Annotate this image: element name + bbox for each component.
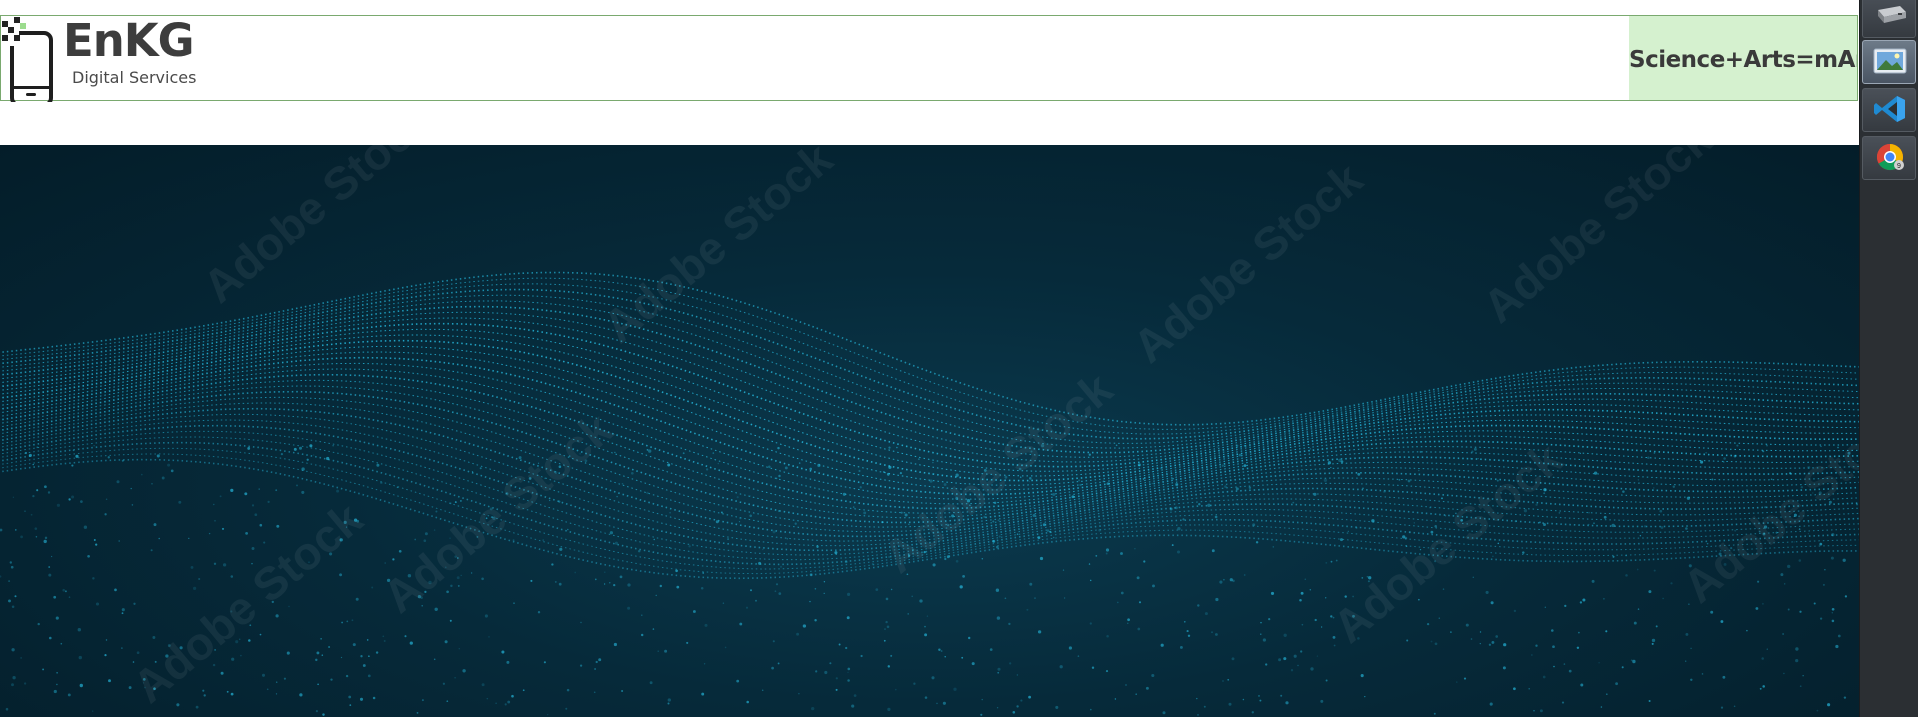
watermark-text: Adobe Stock: [123, 492, 372, 713]
drive-icon: [1878, 6, 1906, 23]
taskbar-item-chrome[interactable]: 9: [1862, 136, 1916, 180]
taskbar-item-drive[interactable]: [1862, 0, 1916, 38]
phone-logo-icon: [2, 17, 53, 102]
taskbar: 9: [1859, 0, 1918, 717]
watermark-text: Adobe Stock: [1673, 392, 1860, 613]
watermark-text: Adobe Stock: [373, 402, 622, 623]
slogan-text: Science+Arts=mArtkg: [1629, 47, 1857, 73]
slogan-banner: Science+Arts=mArtkg: [1629, 16, 1857, 100]
vscode-icon: [1874, 96, 1905, 122]
watermark-text: Adobe Stock: [1473, 145, 1722, 333]
chrome-icon: 9: [1876, 143, 1904, 171]
hero-banner: Adobe Stock Adobe Stock Adobe Stock Adobe S…: [0, 145, 1860, 717]
image-viewer-icon: [1873, 48, 1907, 74]
taskbar-item-image-viewer[interactable]: [1862, 40, 1916, 84]
logo-title[interactable]: EnKG: [63, 18, 195, 63]
watermark-text: Adobe Stock: [593, 145, 842, 353]
watermark-text: Adobe Stock: [873, 362, 1122, 583]
logo-subtitle: Digital Services: [72, 68, 197, 87]
chrome-badge: 9: [1897, 163, 1901, 170]
watermark-text: Adobe Stock: [1123, 152, 1372, 373]
watermark-text: Adobe Stock: [193, 145, 442, 313]
particle-wave-image: Adobe Stock Adobe Stock Adobe Stock Adobe S…: [0, 145, 1860, 716]
taskbar-item-vscode[interactable]: [1862, 88, 1916, 132]
site-header: EnKG Digital Services Science+Arts=mArtk…: [0, 15, 1858, 102]
